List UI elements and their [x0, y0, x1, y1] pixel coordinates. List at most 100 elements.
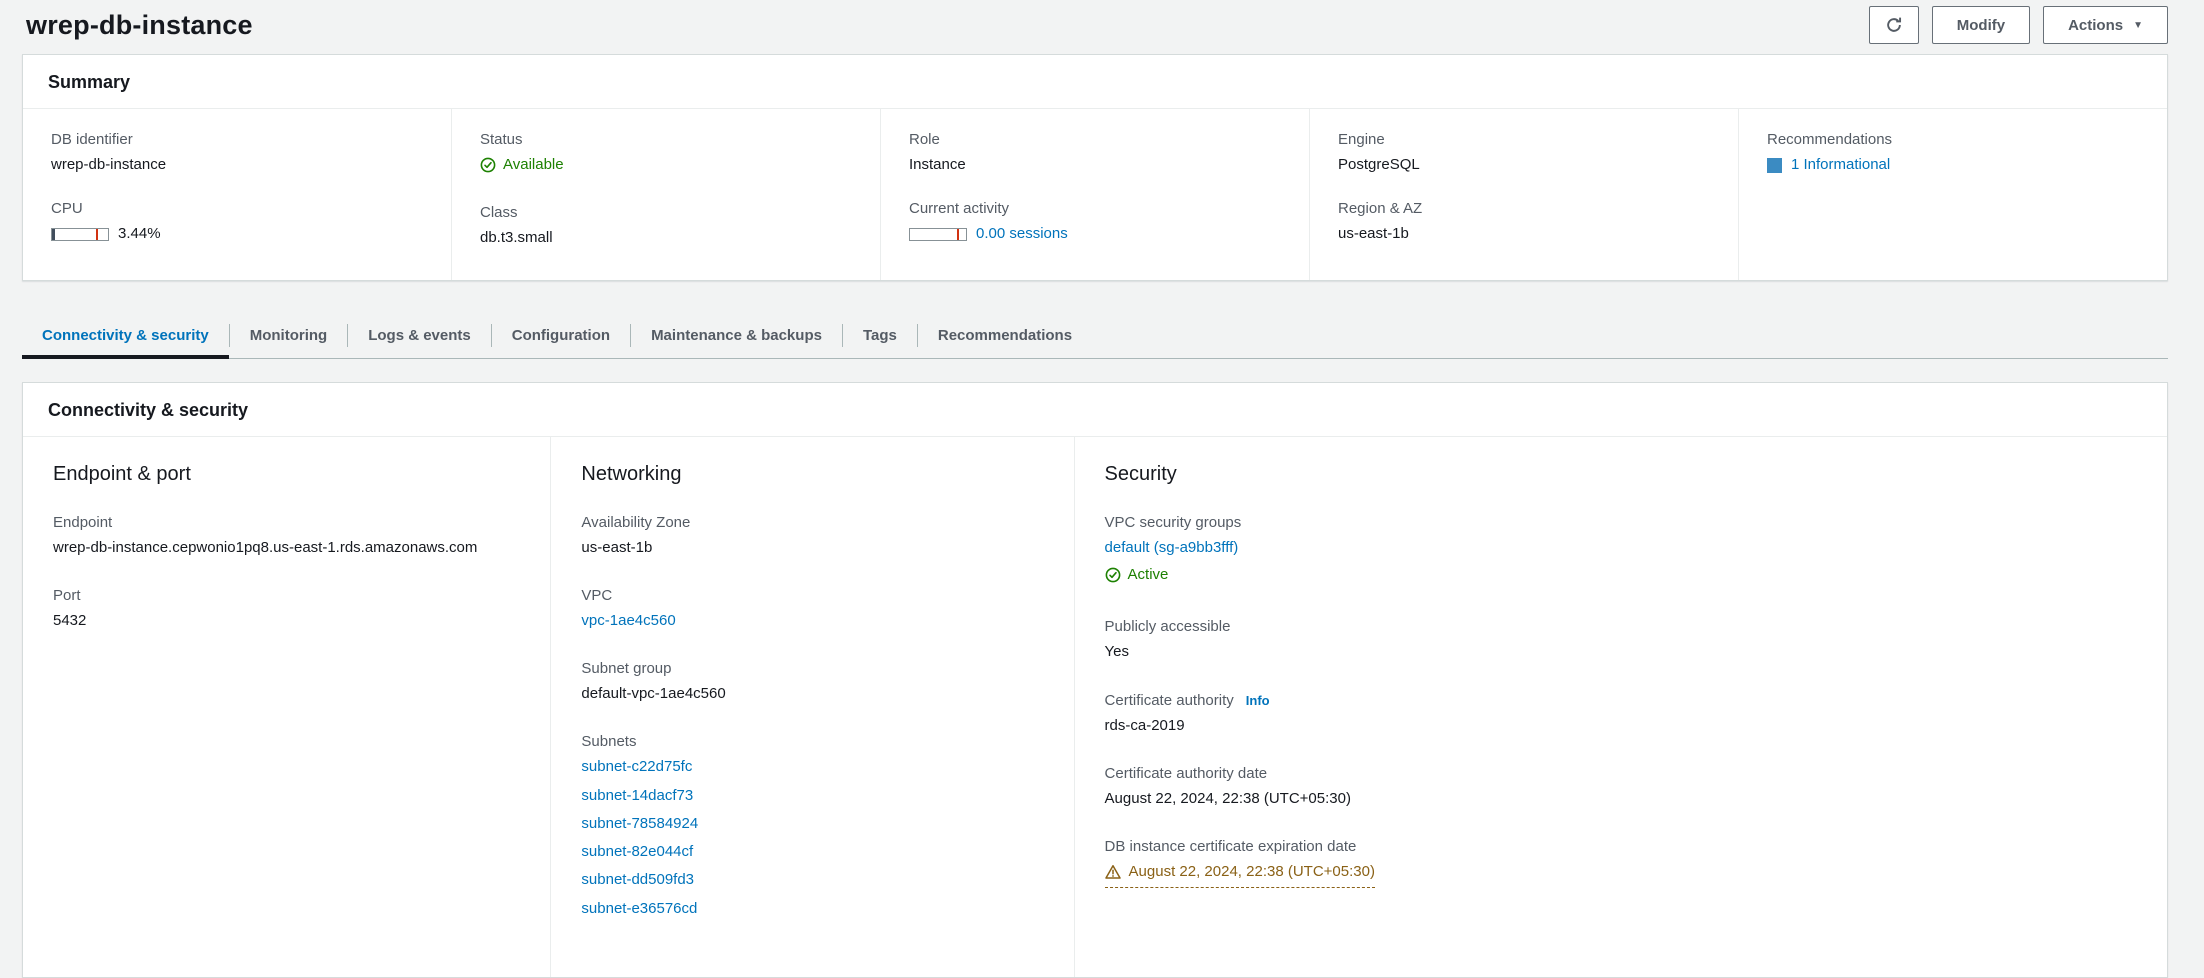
- vpc-link[interactable]: vpc-1ae4c560: [581, 612, 675, 629]
- caret-down-icon: ▼: [2133, 20, 2143, 31]
- certificate-expiration-label: DB instance certificate expiration date: [1104, 838, 1357, 855]
- networking-title: Networking: [581, 462, 682, 485]
- certificate-authority-info-link[interactable]: Info: [1246, 693, 1270, 708]
- db-identifier-value: wrep-db-instance: [51, 156, 167, 173]
- field-db-identifier: DB identifier wrep-db-instance: [51, 131, 423, 175]
- field-cpu: CPU 3.44%: [51, 200, 423, 244]
- field-publicly-accessible: Publicly accessible Yes: [1105, 618, 2137, 662]
- connectivity-panel-header: Connectivity & security: [23, 383, 2167, 437]
- field-certificate-expiration: DB instance certificate expiration date …: [1104, 838, 2137, 889]
- certificate-authority-date-value: August 22, 2024, 22:38 (UTC+05:30): [1104, 789, 1351, 807]
- recommendation-severity-icon: [1767, 157, 1782, 173]
- subnet-link[interactable]: subnet-c22d75fc: [581, 757, 1043, 777]
- actions-button[interactable]: Actions ▼: [2043, 6, 2168, 44]
- page-header: wrep-db-instance Modify Actions ▼: [0, 0, 2204, 54]
- vpc-security-groups-label: VPC security groups: [1104, 513, 1242, 531]
- summary-panel-header: Summary: [23, 55, 2167, 109]
- tab-tags[interactable]: Tags: [843, 313, 917, 358]
- subnets-label: Subnets: [581, 733, 637, 751]
- subnet-link[interactable]: subnet-82e044cf: [581, 842, 1043, 862]
- tab-monitoring[interactable]: Monitoring: [230, 313, 347, 358]
- subnets-list: subnet-c22d75fc subnet-14dacf73 subnet-7…: [581, 757, 1043, 919]
- field-role: Role Instance: [909, 131, 1281, 175]
- publicly-accessible-label: Publicly accessible: [1104, 618, 1231, 636]
- modify-button-label: Modify: [1956, 16, 2006, 34]
- status-label: Status: [480, 131, 523, 148]
- field-recommendations: Recommendations 1 Informational: [1767, 131, 2139, 179]
- warning-icon: [1104, 865, 1121, 879]
- cpu-label: CPU: [51, 200, 83, 218]
- tab-connectivity-security[interactable]: Connectivity & security: [22, 313, 229, 359]
- field-subnets: Subnets subnet-c22d75fc subnet-14dacf73 …: [581, 733, 1043, 919]
- subnet-group-value: default-vpc-1ae4c560: [581, 685, 726, 703]
- summary-col-identifier: DB identifier wrep-db-instance CPU 3.44%: [23, 109, 451, 280]
- region-az-value: us-east-1b: [1338, 225, 1409, 243]
- field-availability-zone: Availability Zone us-east-1b: [581, 514, 1043, 558]
- security-group-status: Active: [1105, 565, 1169, 585]
- field-vpc-security-groups: VPC security groups default (sg-a9bb3fff…: [1105, 514, 2137, 590]
- actions-button-label: Actions: [2068, 16, 2124, 34]
- availability-zone-label: Availability Zone: [581, 513, 691, 531]
- field-current-activity: Current activity 0.00 sessions: [909, 200, 1281, 244]
- endpoint-value: wrep-db-instance.cepwonio1pq8.us-east-1.…: [53, 538, 478, 556]
- security-group-link[interactable]: default (sg-a9bb3fff): [1105, 539, 1239, 556]
- certificate-authority-value: rds-ca-2019: [1104, 716, 1185, 734]
- subnet-link[interactable]: subnet-78584924: [581, 814, 1043, 834]
- field-endpoint: Endpoint wrep-db-instance.cepwonio1pq8.u…: [53, 514, 520, 558]
- field-vpc: VPC vpc-1ae4c560: [581, 587, 1043, 631]
- subnet-link[interactable]: subnet-dd509fd3: [581, 870, 1043, 890]
- check-circle-icon: [480, 157, 496, 173]
- engine-value: PostgreSQL: [1338, 156, 1420, 173]
- cpu-threshold-marker: [95, 228, 98, 240]
- tab-bar: Connectivity & security Monitoring Logs …: [22, 313, 2168, 359]
- subnet-group-label: Subnet group: [581, 660, 672, 678]
- modify-button[interactable]: Modify: [1931, 6, 2031, 44]
- summary-col-recommendations: Recommendations 1 Informational: [1738, 109, 2167, 280]
- field-certificate-authority: Certificate authority Info rds-ca-2019: [1105, 692, 2137, 736]
- recommendations-label: Recommendations: [1767, 131, 1893, 148]
- port-value: 5432: [53, 611, 87, 629]
- availability-zone-value: us-east-1b: [581, 538, 653, 556]
- check-circle-icon: [1105, 567, 1120, 583]
- tab-recommendations[interactable]: Recommendations: [918, 313, 1092, 358]
- publicly-accessible-value: Yes: [1104, 643, 1130, 661]
- current-activity-link[interactable]: 0.00 sessions: [976, 224, 1068, 244]
- region-az-label: Region & AZ: [1338, 200, 1423, 218]
- endpoint-port-section: Endpoint & port Endpoint wrep-db-instanc…: [23, 437, 550, 977]
- status-badge: Available: [480, 155, 564, 175]
- page-title: wrep-db-instance: [26, 9, 253, 40]
- tab-configuration[interactable]: Configuration: [492, 313, 630, 358]
- summary-col-engine: Engine PostgreSQL Region & AZ us-east-1b: [1309, 109, 1738, 280]
- field-engine: Engine PostgreSQL: [1338, 131, 1710, 175]
- activity-threshold-marker: [957, 228, 960, 240]
- tab-logs-events[interactable]: Logs & events: [348, 313, 491, 358]
- field-status: Status Available: [480, 131, 852, 179]
- field-certificate-authority-date: Certificate authority date August 22, 20…: [1105, 765, 2137, 809]
- subnet-link[interactable]: subnet-14dacf73: [581, 786, 1043, 806]
- connectivity-panel: Connectivity & security Endpoint & port …: [22, 381, 2168, 978]
- certificate-expiration-value: August 22, 2024, 22:38 (UTC+05:30): [1128, 863, 1375, 880]
- engine-label: Engine: [1338, 131, 1385, 148]
- summary-col-status: Status Available Class db.t3.small: [451, 109, 880, 280]
- class-value: db.t3.small: [480, 229, 553, 247]
- summary-grid: DB identifier wrep-db-instance CPU 3.44%…: [23, 109, 2167, 280]
- class-label: Class: [480, 204, 518, 222]
- activity-meter: [909, 227, 967, 241]
- certificate-authority-label: Certificate authority: [1104, 691, 1234, 709]
- summary-panel-title: Summary: [48, 72, 131, 92]
- current-activity-label: Current activity: [909, 200, 1010, 218]
- recommendations-link[interactable]: 1 Informational: [1791, 155, 1890, 175]
- refresh-icon: [1886, 17, 1901, 32]
- status-value: Available: [503, 156, 564, 173]
- vpc-label: VPC: [581, 586, 613, 604]
- tab-maintenance-backups[interactable]: Maintenance & backups: [631, 313, 842, 358]
- field-class: Class db.t3.small: [480, 204, 852, 248]
- role-value: Instance: [909, 156, 966, 173]
- subnet-link[interactable]: subnet-e36576cd: [581, 899, 1043, 919]
- role-label: Role: [909, 131, 940, 148]
- connectivity-grid: Endpoint & port Endpoint wrep-db-instanc…: [23, 436, 2167, 977]
- security-group-status-value: Active: [1127, 565, 1169, 583]
- refresh-button[interactable]: [1868, 6, 1919, 44]
- summary-col-role: Role Instance Current activity 0.00 sess…: [880, 109, 1309, 280]
- header-actions: Modify Actions ▼: [1868, 6, 2168, 44]
